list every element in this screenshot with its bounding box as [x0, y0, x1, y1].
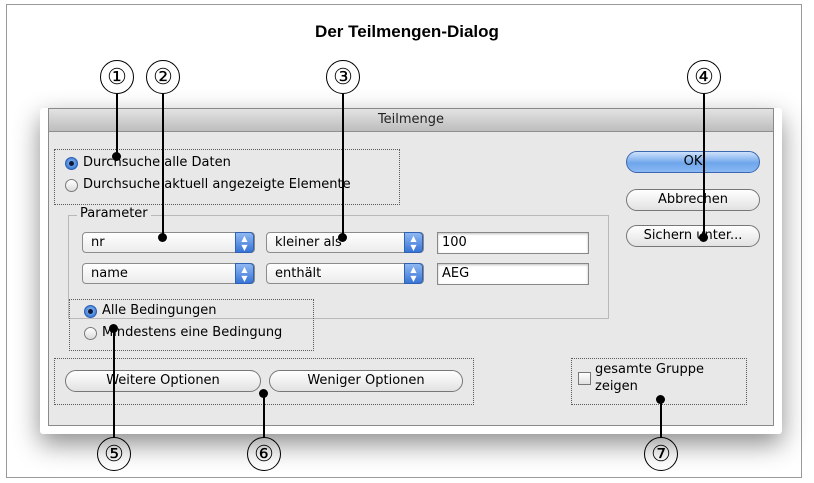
leader-line-5: [113, 328, 115, 438]
subset-dialog: Teilmenge Durchsuche alle Daten Durchsuc…: [48, 108, 774, 426]
callout-4: ④: [687, 60, 721, 94]
field-popup-1[interactable]: nr ▲ ▼: [82, 232, 255, 253]
conditions-label-all[interactable]: Alle Bedingungen: [102, 303, 217, 318]
ok-button[interactable]: OK: [626, 151, 760, 173]
more-options-button[interactable]: Weitere Optionen: [65, 370, 261, 392]
leader-line-1: [116, 94, 118, 156]
save-as-button[interactable]: Sichern unter...: [626, 225, 760, 247]
value-field-1[interactable]: 100: [437, 232, 589, 254]
leader-dot-2: [158, 233, 167, 242]
callout-3: ③: [326, 60, 360, 94]
scope-radio-visible[interactable]: [65, 179, 78, 192]
callout-1: ①: [100, 60, 134, 94]
parameter-group-label: Parameter: [77, 206, 151, 221]
callout-5: ⑤: [97, 437, 131, 471]
field-popup-2-value: name: [91, 266, 128, 281]
callout-7: ⑦: [644, 437, 678, 471]
leader-line-7: [660, 400, 662, 438]
scope-label-all[interactable]: Durchsuche alle Daten: [83, 155, 231, 170]
popup-arrows-icon: ▲ ▼: [235, 263, 254, 284]
conditions-label-any[interactable]: Mindestens eine Bedingung: [102, 325, 282, 340]
cancel-button[interactable]: Abbrechen: [626, 189, 760, 211]
field-popup-1-value: nr: [91, 235, 105, 250]
callout-6: ⑥: [247, 437, 281, 471]
dialog-titlebar: Teilmenge: [49, 109, 773, 132]
leader-dot-6: [259, 389, 268, 398]
popup-arrows-icon: ▲ ▼: [404, 263, 423, 284]
popup-arrows-icon: ▲ ▼: [404, 232, 423, 253]
figure-title: Der Teilmengen-Dialog: [315, 22, 499, 41]
scope-radio-all[interactable]: [65, 157, 78, 170]
whole-group-label-line1: gesamte Gruppe: [595, 362, 705, 377]
leader-line-2: [162, 94, 164, 236]
popup-arrows-icon: ▲ ▼: [235, 232, 254, 253]
leader-dot-5: [109, 324, 118, 333]
operator-popup-2[interactable]: enthält ▲ ▼: [266, 263, 424, 284]
leader-dot-3: [338, 233, 347, 242]
operator-popup-1-value: kleiner als: [275, 235, 342, 250]
whole-group-label[interactable]: gesamte Gruppe zeigen: [595, 361, 704, 395]
callout-2: ②: [146, 60, 180, 94]
leader-line-4: [703, 94, 705, 236]
leader-dot-7: [656, 395, 665, 404]
conditions-radio-all[interactable]: [84, 305, 97, 318]
leader-dot-4: [699, 233, 708, 242]
field-popup-2[interactable]: name ▲ ▼: [82, 263, 255, 284]
fewer-options-button[interactable]: Weniger Optionen: [269, 370, 463, 392]
whole-group-checkbox[interactable]: [578, 372, 591, 385]
leader-line-3: [342, 94, 344, 236]
conditions-radio-any[interactable]: [84, 327, 97, 340]
leader-line-6: [263, 394, 265, 438]
leader-dot-1: [112, 152, 121, 161]
scope-label-visible[interactable]: Durchsuche aktuell angezeigte Elemente: [83, 177, 351, 192]
operator-popup-2-value: enthält: [275, 266, 322, 281]
whole-group-label-line2: zeigen: [595, 379, 638, 394]
value-field-2[interactable]: AEG: [437, 263, 589, 285]
